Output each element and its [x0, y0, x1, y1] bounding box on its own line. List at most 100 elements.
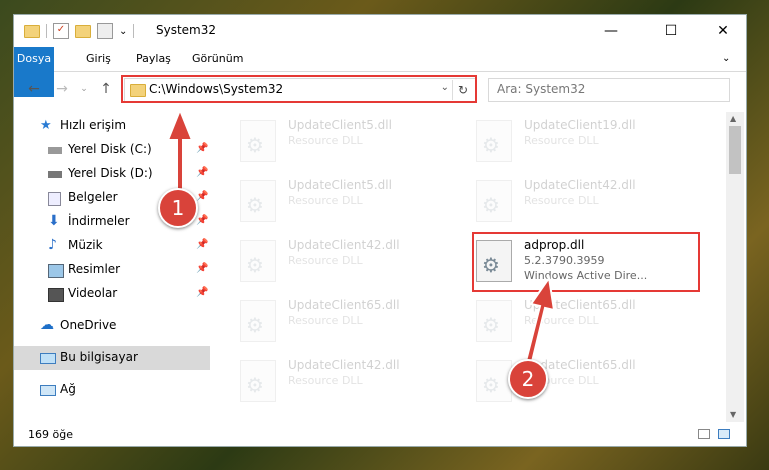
dll-file-icon [476, 180, 512, 222]
file-name: UpdateClient65.dll [524, 298, 636, 312]
list-item[interactable]: UpdateClient65.dll Resource DLL [240, 296, 460, 346]
recent-dropdown-icon[interactable]: ⌄ [74, 79, 94, 99]
sidebar-item-this-pc[interactable]: Bu bilgisayar [14, 346, 210, 370]
sidebar-item-label: İndirmeler [68, 214, 130, 228]
search-placeholder: Ara: System32 [497, 82, 586, 96]
expand-ribbon-icon[interactable]: ⌄ [712, 47, 740, 71]
search-box[interactable]: Ara: System32 [488, 78, 730, 102]
scrollbar-thumb[interactable] [729, 126, 741, 174]
file-name: UpdateClient5.dll [288, 118, 392, 132]
sidebar-item-network[interactable]: Ağ [14, 378, 210, 402]
file-type: Resource DLL [288, 374, 363, 387]
step-2-badge: 2 [508, 359, 548, 399]
network-icon [40, 385, 56, 396]
list-item[interactable]: UpdateClient5.dll Resource DLL [240, 116, 460, 166]
sidebar-item-label: Yerel Disk (C:) [68, 142, 152, 156]
tab-home[interactable]: Giriş [76, 47, 121, 71]
vertical-scrollbar[interactable]: ▲ ▼ [726, 112, 744, 422]
star-icon: ★ [40, 118, 52, 133]
file-type: Resource DLL [288, 314, 363, 327]
properties-icon[interactable]: ✓ [53, 23, 69, 39]
list-item[interactable]: UpdateClient42.dll Resource DLL [476, 176, 696, 226]
explorer-window: ✓ ⌄ System32 — ☐ ✕ Dosya Giriş Paylaş Gö… [14, 15, 746, 446]
pin-icon: 📌 [196, 191, 209, 202]
drive-icon [48, 171, 62, 178]
sidebar-item-pictures[interactable]: Resimler 📌 [14, 258, 210, 282]
sidebar-item-label: Yerel Disk (D:) [68, 166, 153, 180]
tab-share[interactable]: Paylaş [126, 47, 181, 71]
maximize-button[interactable]: ☐ [648, 15, 694, 47]
pin-icon: 📌 [196, 239, 209, 250]
back-button[interactable]: ← [24, 79, 44, 99]
forward-button[interactable]: → [52, 79, 72, 99]
file-name: UpdateClient42.dll [288, 238, 400, 252]
details-view-icon[interactable] [698, 429, 710, 439]
dll-file-icon [240, 240, 276, 282]
dll-file-icon [240, 360, 276, 402]
window-title: System32 [156, 23, 217, 37]
sidebar-item-label: Belgeler [68, 190, 118, 204]
navigation-pane: ★ Hızlı erişim Yerel Disk (C:) 📌 Yerel D… [14, 112, 210, 422]
file-name: UpdateClient42.dll [524, 178, 636, 192]
sidebar-item-quick-access[interactable]: ★ Hızlı erişim [14, 114, 210, 138]
sidebar-item-music[interactable]: ♪ Müzik 📌 [14, 234, 210, 258]
sidebar-item-label: OneDrive [60, 318, 117, 332]
sidebar-item-disk-d[interactable]: Yerel Disk (D:) 📌 [14, 162, 210, 186]
list-item[interactable]: UpdateClient5.dll Resource DLL [240, 176, 460, 226]
file-name: UpdateClient42.dll [288, 358, 400, 372]
ribbon-tabs: Dosya Giriş Paylaş Görünüm ⌄ [14, 47, 746, 97]
sidebar-item-onedrive[interactable]: ☁ OneDrive [14, 314, 210, 338]
navigation-bar: ← → ⌄ ↑ C:\Windows\System32 ⌄ ↻ Ara: Sys… [14, 72, 746, 106]
file-name: UpdateClient5.dll [288, 178, 392, 192]
step-1-badge: 1 [158, 188, 198, 228]
sidebar-item-label: Bu bilgisayar [60, 350, 138, 364]
documents-icon [48, 192, 61, 206]
videos-icon [48, 288, 64, 302]
pictures-icon [48, 264, 64, 278]
new-folder-icon[interactable] [75, 24, 91, 38]
file-highlight [472, 232, 700, 292]
list-item[interactable]: UpdateClient42.dll Resource DLL [240, 356, 460, 406]
file-type: Resource DLL [524, 314, 599, 327]
file-type: Resource DLL [288, 254, 363, 267]
dll-file-icon [476, 360, 512, 402]
view-icon[interactable] [97, 23, 113, 39]
scroll-up-icon[interactable]: ▲ [730, 114, 736, 123]
drive-icon [48, 147, 62, 154]
minimize-button[interactable]: — [588, 15, 634, 47]
scroll-down-icon[interactable]: ▼ [730, 410, 736, 419]
tab-view[interactable]: Görünüm [182, 47, 253, 71]
pin-icon: 📌 [196, 263, 209, 274]
folder-icon [24, 24, 40, 38]
status-bar: 169 öğe [14, 424, 746, 446]
cloud-icon: ☁ [40, 317, 54, 333]
file-name: UpdateClient19.dll [524, 118, 636, 132]
sidebar-item-label: Videolar [68, 286, 118, 300]
quick-access-toolbar: ✓ ⌄ [24, 23, 135, 39]
file-type: Resource DLL [524, 194, 599, 207]
sidebar-item-label: Resimler [68, 262, 121, 276]
large-icons-view-icon[interactable] [718, 429, 730, 439]
sidebar-item-label: Ağ [60, 382, 76, 396]
list-item[interactable]: UpdateClient65.dll Resource DLL [476, 296, 696, 346]
file-type: Resource DLL [288, 194, 363, 207]
pin-icon: 📌 [196, 143, 209, 154]
divider [46, 24, 47, 38]
dll-file-icon [240, 180, 276, 222]
file-name: UpdateClient65.dll [288, 298, 400, 312]
file-type: Resource DLL [524, 134, 599, 147]
list-item[interactable]: UpdateClient42.dll Resource DLL [240, 236, 460, 286]
address-highlight [121, 75, 477, 103]
list-item[interactable]: UpdateClient19.dll Resource DLL [476, 116, 696, 166]
sidebar-item-videos[interactable]: Videolar 📌 [14, 282, 210, 306]
file-type: Resource DLL [288, 134, 363, 147]
up-button[interactable]: ↑ [96, 79, 116, 99]
sidebar-item-disk-c[interactable]: Yerel Disk (C:) 📌 [14, 138, 210, 162]
close-button[interactable]: ✕ [700, 15, 746, 47]
file-list: UpdateClient5.dll Resource DLL UpdateCli… [224, 112, 724, 422]
pin-icon: 📌 [196, 167, 209, 178]
qat-dropdown-icon[interactable]: ⌄ [119, 26, 127, 37]
sidebar-item-label: Müzik [68, 238, 103, 252]
sidebar-item-label: Hızlı erişim [60, 118, 127, 132]
dll-file-icon [240, 300, 276, 342]
